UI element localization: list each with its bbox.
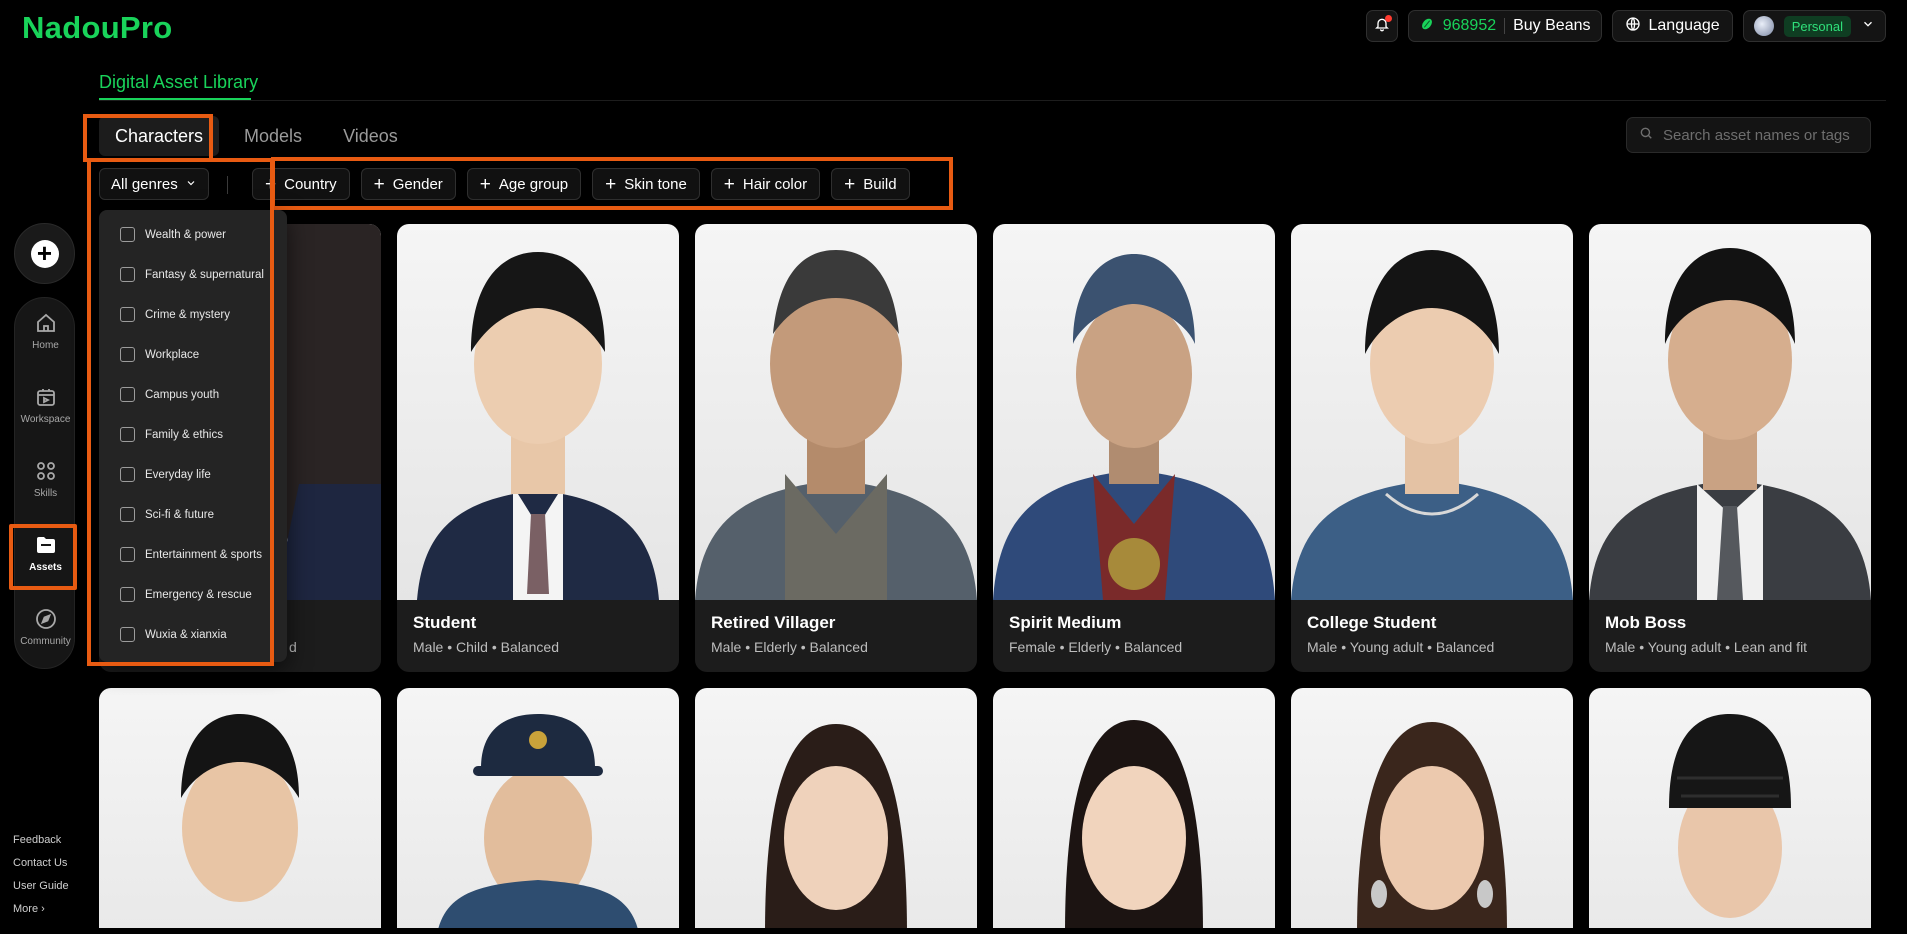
portrait-image: [1291, 250, 1573, 600]
plus-icon: +: [30, 239, 59, 268]
highlight-box-filters: [271, 157, 953, 210]
user-guide-link[interactable]: User Guide: [13, 880, 69, 892]
card-name: Retired Villager: [711, 613, 836, 632]
tab-videos[interactable]: Videos: [327, 116, 414, 156]
notification-dot: [1384, 15, 1392, 22]
sidebar-item-label: Community: [20, 636, 71, 647]
globe-icon: [1625, 16, 1641, 37]
beans-balance[interactable]: 968952 Buy Beans: [1407, 10, 1602, 42]
card-meta: Male • Child • Balanced: [413, 639, 559, 655]
character-card[interactable]: Mob Boss Male • Young adult • Lean and f…: [1589, 224, 1871, 672]
portrait-image: [765, 724, 907, 928]
portrait-image: [1065, 720, 1203, 928]
home-icon: [36, 313, 55, 332]
create-button[interactable]: +: [14, 223, 75, 284]
grid-icon: [36, 462, 55, 480]
character-card[interactable]: [993, 688, 1275, 928]
character-card[interactable]: [695, 688, 977, 928]
sidebar-item-skills[interactable]: Skills: [15, 446, 76, 512]
feedback-link[interactable]: Feedback: [13, 834, 69, 846]
tab-models[interactable]: Models: [228, 116, 318, 156]
character-photo: [993, 224, 1275, 600]
avatar: [1753, 16, 1774, 36]
character-card[interactable]: Student Male • Child • Balanced: [397, 224, 679, 672]
sidebar-item-label: Workspace: [20, 414, 71, 425]
buy-beans-button[interactable]: Buy Beans: [1513, 17, 1590, 35]
search-icon: [1639, 126, 1653, 144]
divider: [1504, 18, 1506, 34]
portrait-image: [1589, 248, 1871, 600]
sidebar-item-home[interactable]: Home: [15, 298, 76, 364]
character-card[interactable]: Spirit Medium Female • Elderly • Balance…: [993, 224, 1275, 672]
card-meta: Male • Young adult • Lean and fit: [1605, 639, 1808, 655]
character-photo: [397, 224, 679, 600]
card-name: Student: [413, 613, 477, 632]
highlight-box-tab: [83, 114, 213, 162]
portrait-image: [181, 714, 299, 902]
language-label: Language: [1648, 17, 1720, 34]
card-meta: Male • Elderly • Balanced: [711, 639, 868, 655]
card-name: College Student: [1307, 613, 1437, 632]
character-card[interactable]: Retired Villager Male • Elderly • Balanc…: [695, 224, 977, 672]
workspace-icon: [36, 389, 55, 406]
card-name: Spirit Medium: [1009, 613, 1122, 632]
portrait-image: [1357, 722, 1507, 928]
character-photo: [1291, 224, 1573, 600]
top-bar: 968952 Buy Beans Language Personal: [1365, 10, 1886, 42]
footer-links: Feedback Contact Us User Guide More ›: [13, 834, 69, 915]
more-link[interactable]: More ›: [13, 903, 69, 915]
character-card[interactable]: [1589, 688, 1871, 928]
highlight-box-dropdown: [87, 158, 274, 666]
highlight-box-assets: [9, 524, 77, 590]
notifications-button[interactable]: [1365, 10, 1398, 42]
sidebar-item-community[interactable]: Community: [15, 594, 76, 660]
search-input[interactable]: Search asset names or tags: [1626, 117, 1871, 153]
character-card[interactable]: College Student Male • Young adult • Bal…: [1291, 224, 1573, 672]
sidebar-item-label: Home: [32, 340, 59, 351]
beans-count: 968952: [1442, 17, 1497, 34]
character-photo: [695, 224, 977, 600]
card-name: Mob Boss: [1605, 613, 1687, 632]
character-card[interactable]: [1291, 688, 1573, 928]
language-button[interactable]: Language: [1611, 10, 1733, 42]
portrait-image: [695, 250, 977, 600]
app-logo[interactable]: NadouPro: [22, 10, 173, 46]
portrait-image: [993, 254, 1275, 600]
search-placeholder: Search asset names or tags: [1663, 126, 1850, 144]
bean-icon: [1419, 16, 1435, 37]
card-meta: d: [289, 639, 297, 655]
chevron-down-icon: [1861, 17, 1875, 36]
card-meta: Male • Young adult • Balanced: [1307, 639, 1495, 655]
card-meta: Female • Elderly • Balanced: [1009, 639, 1183, 655]
sidebar-item-label: Skills: [33, 488, 58, 499]
portrait-image: [417, 252, 659, 600]
page-title[interactable]: Digital Asset Library: [99, 72, 258, 93]
portrait-image: [438, 714, 638, 928]
divider: [99, 100, 1886, 101]
character-photo: [1589, 224, 1871, 600]
sidebar-nav: Home Workspace Skills Assets Community: [14, 297, 75, 669]
character-card[interactable]: [397, 688, 679, 928]
character-card[interactable]: [99, 688, 381, 928]
contact-us-link[interactable]: Contact Us: [13, 857, 69, 869]
compass-icon: [35, 609, 56, 629]
portrait-image: [1669, 714, 1791, 918]
sidebar-item-workspace[interactable]: Workspace: [15, 372, 76, 438]
account-type-badge: Personal: [1783, 15, 1851, 37]
account-menu[interactable]: Personal: [1742, 10, 1886, 42]
